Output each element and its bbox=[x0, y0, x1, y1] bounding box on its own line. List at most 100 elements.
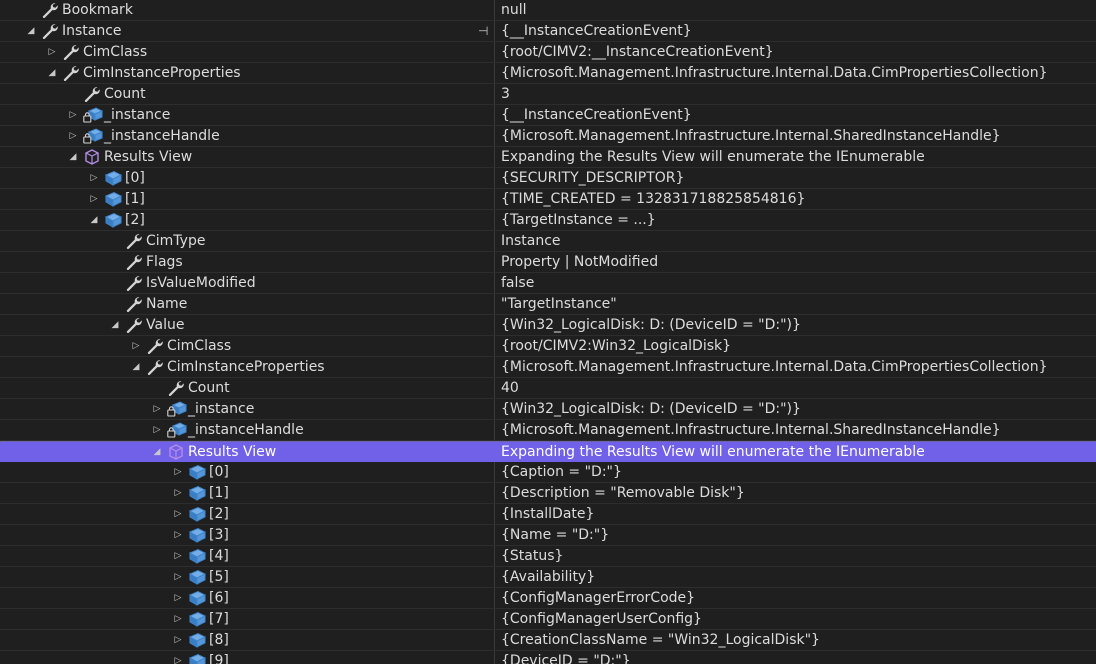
property-value: {TIME_CREATED = 132831718825854816} bbox=[494, 189, 1096, 209]
name-cell: ▷ [5] bbox=[0, 567, 494, 587]
property-name: IsValueModified bbox=[146, 275, 256, 291]
wrench-icon bbox=[146, 338, 164, 355]
tree-row[interactable]: ▷ [4] {Status} bbox=[0, 546, 1096, 567]
property-value: 3 bbox=[494, 84, 1096, 104]
collapsed-arrow-icon[interactable]: ▷ bbox=[172, 609, 184, 629]
property-value: "TargetInstance" bbox=[494, 294, 1096, 314]
collapsed-arrow-icon[interactable]: ▷ bbox=[172, 588, 184, 608]
property-value: 40 bbox=[494, 378, 1096, 398]
collapsed-arrow-icon[interactable]: ▷ bbox=[151, 420, 163, 440]
wrench-icon bbox=[83, 86, 101, 103]
name-cell: ▷ [8] bbox=[0, 630, 494, 650]
property-value: {Microsoft.Management.Infrastructure.Int… bbox=[494, 63, 1096, 83]
tree-row[interactable]: ▷ [0] {Caption = "D:"} bbox=[0, 462, 1096, 483]
expanded-arrow-icon[interactable]: ◢ bbox=[67, 147, 79, 167]
property-name: Instance bbox=[62, 23, 122, 39]
collapsed-arrow-icon[interactable]: ▷ bbox=[172, 525, 184, 545]
property-value: {Microsoft.Management.Infrastructure.Int… bbox=[494, 126, 1096, 146]
tree-row[interactable]: ◢ CimInstanceProperties {Microsoft.Managem… bbox=[0, 357, 1096, 378]
tree-row[interactable]: ▷ _instanceHandle {Microsoft.Management.In… bbox=[0, 420, 1096, 441]
property-value: {TargetInstance = ...} bbox=[494, 210, 1096, 230]
collapsed-arrow-icon[interactable]: ▷ bbox=[67, 105, 79, 125]
locked-object-icon bbox=[167, 401, 188, 417]
wrench-icon bbox=[62, 44, 80, 61]
collapsed-arrow-icon[interactable]: ▷ bbox=[46, 42, 58, 62]
tree-row[interactable]: ◢ CimInstanceProperties {Microsoft.Managem… bbox=[0, 63, 1096, 84]
tree-row[interactable]: ◢ Results View Expanding the Results View … bbox=[0, 441, 1096, 462]
tree-row[interactable]: ◢ Instance ⊣ {__InstanceCreationEvent} bbox=[0, 21, 1096, 42]
name-cell: ◢ Value bbox=[0, 315, 494, 335]
tree-row[interactable]: ▷ [5] {Availability} bbox=[0, 567, 1096, 588]
tree-row[interactable]: ▷ _instance {__InstanceCreationEvent} bbox=[0, 105, 1096, 126]
property-name: [2] bbox=[209, 506, 229, 522]
property-value: {Status} bbox=[494, 546, 1096, 566]
collapsed-arrow-icon[interactable]: ▷ bbox=[172, 462, 184, 482]
property-name: [3] bbox=[209, 527, 229, 543]
collapsed-arrow-icon[interactable]: ▷ bbox=[172, 567, 184, 587]
property-value: {Microsoft.Management.Infrastructure.Int… bbox=[494, 357, 1096, 377]
collapsed-arrow-icon[interactable]: ▷ bbox=[88, 189, 100, 209]
object-icon bbox=[188, 569, 207, 585]
tree-row[interactable]: ▷ [0] {SECURITY_DESCRIPTOR} bbox=[0, 168, 1096, 189]
name-cell: ◢ [2] bbox=[0, 210, 494, 230]
tree-row[interactable]: Count 3 bbox=[0, 84, 1096, 105]
tree-row[interactable]: ▷ [9] {DeviceID = "D:"} bbox=[0, 651, 1096, 664]
collapsed-arrow-icon[interactable]: ▷ bbox=[130, 336, 142, 356]
tree-row[interactable]: ▷ [8] {CreationClassName = "Win32_LogicalD… bbox=[0, 630, 1096, 651]
property-name: Results View bbox=[188, 444, 277, 460]
tree-row[interactable]: ▷ [2] {InstallDate} bbox=[0, 504, 1096, 525]
tree-row[interactable]: Count 40 bbox=[0, 378, 1096, 399]
property-value: {SECURITY_DESCRIPTOR} bbox=[494, 168, 1096, 188]
collapsed-arrow-icon[interactable]: ▷ bbox=[172, 504, 184, 524]
expanded-arrow-icon[interactable]: ◢ bbox=[130, 357, 142, 377]
collapsed-arrow-icon[interactable]: ▷ bbox=[172, 651, 184, 664]
expanded-arrow-icon[interactable]: ◢ bbox=[109, 315, 121, 335]
collapsed-arrow-icon[interactable]: ▷ bbox=[172, 630, 184, 650]
tree-row[interactable]: ▷ CimClass {root/CIMV2:Win32_LogicalDisk} bbox=[0, 336, 1096, 357]
wrench-icon bbox=[125, 254, 143, 271]
object-icon bbox=[188, 590, 207, 606]
tree-row[interactable]: ▷ [7] {ConfigManagerUserConfig} bbox=[0, 609, 1096, 630]
collapsed-arrow-icon[interactable]: ▷ bbox=[88, 168, 100, 188]
property-value: {DeviceID = "D:"} bbox=[494, 651, 1096, 664]
tree-row[interactable]: ▷ _instanceHandle {Microsoft.Management.In… bbox=[0, 126, 1096, 147]
pin-icon[interactable]: ⊣ bbox=[478, 21, 488, 41]
collapsed-arrow-icon[interactable]: ▷ bbox=[172, 483, 184, 503]
tree-row[interactable]: ▷ [1] {TIME_CREATED = 132831718825854816} bbox=[0, 189, 1096, 210]
property-value: {Availability} bbox=[494, 567, 1096, 587]
property-value: {ConfigManagerErrorCode} bbox=[494, 588, 1096, 608]
tree-row[interactable]: CimType Instance bbox=[0, 231, 1096, 252]
collapsed-arrow-icon[interactable]: ▷ bbox=[172, 546, 184, 566]
property-value: {InstallDate} bbox=[494, 504, 1096, 524]
collapsed-arrow-icon[interactable]: ▷ bbox=[151, 399, 163, 419]
wrench-icon bbox=[125, 233, 143, 250]
expanded-arrow-icon[interactable]: ◢ bbox=[88, 210, 100, 230]
name-cell: CimType bbox=[0, 231, 494, 251]
tree-row[interactable]: IsValueModified false bbox=[0, 273, 1096, 294]
tree-row[interactable]: ▷ [3] {Name = "D:"} bbox=[0, 525, 1096, 546]
tree-row[interactable]: Bookmark null bbox=[0, 0, 1096, 21]
cube-icon bbox=[83, 149, 101, 165]
property-name: _instanceHandle bbox=[188, 422, 304, 438]
tree-row[interactable]: ▷ CimClass {root/CIMV2:__InstanceCreationE… bbox=[0, 42, 1096, 63]
expanded-arrow-icon[interactable]: ◢ bbox=[25, 21, 37, 41]
property-value: Expanding the Results View will enumerat… bbox=[494, 442, 1096, 462]
name-cell: ▷ [2] bbox=[0, 504, 494, 524]
name-cell: ▷ [1] bbox=[0, 483, 494, 503]
tree-row[interactable]: ◢ [2] {TargetInstance = ...} bbox=[0, 210, 1096, 231]
tree-row[interactable]: ▷ [6] {ConfigManagerErrorCode} bbox=[0, 588, 1096, 609]
name-cell: ▷ _instanceHandle bbox=[0, 420, 494, 440]
tree-row[interactable]: ◢ Results View Expanding the Results View … bbox=[0, 147, 1096, 168]
tree-row[interactable]: ▷ _instance {Win32_LogicalDisk: D: (Device… bbox=[0, 399, 1096, 420]
tree-row[interactable]: ◢ Value {Win32_LogicalDisk: D: (DeviceID =… bbox=[0, 315, 1096, 336]
property-name: Results View bbox=[104, 149, 193, 165]
collapsed-arrow-icon[interactable]: ▷ bbox=[67, 126, 79, 146]
tree-row[interactable]: Name "TargetInstance" bbox=[0, 294, 1096, 315]
tree-row[interactable]: Flags Property | NotModified bbox=[0, 252, 1096, 273]
object-icon bbox=[188, 548, 207, 564]
property-name: CimType bbox=[146, 233, 206, 249]
property-name: [9] bbox=[209, 653, 229, 664]
tree-row[interactable]: ▷ [1] {Description = "Removable Disk"} bbox=[0, 483, 1096, 504]
expanded-arrow-icon[interactable]: ◢ bbox=[46, 63, 58, 83]
expanded-arrow-icon[interactable]: ◢ bbox=[151, 442, 163, 462]
